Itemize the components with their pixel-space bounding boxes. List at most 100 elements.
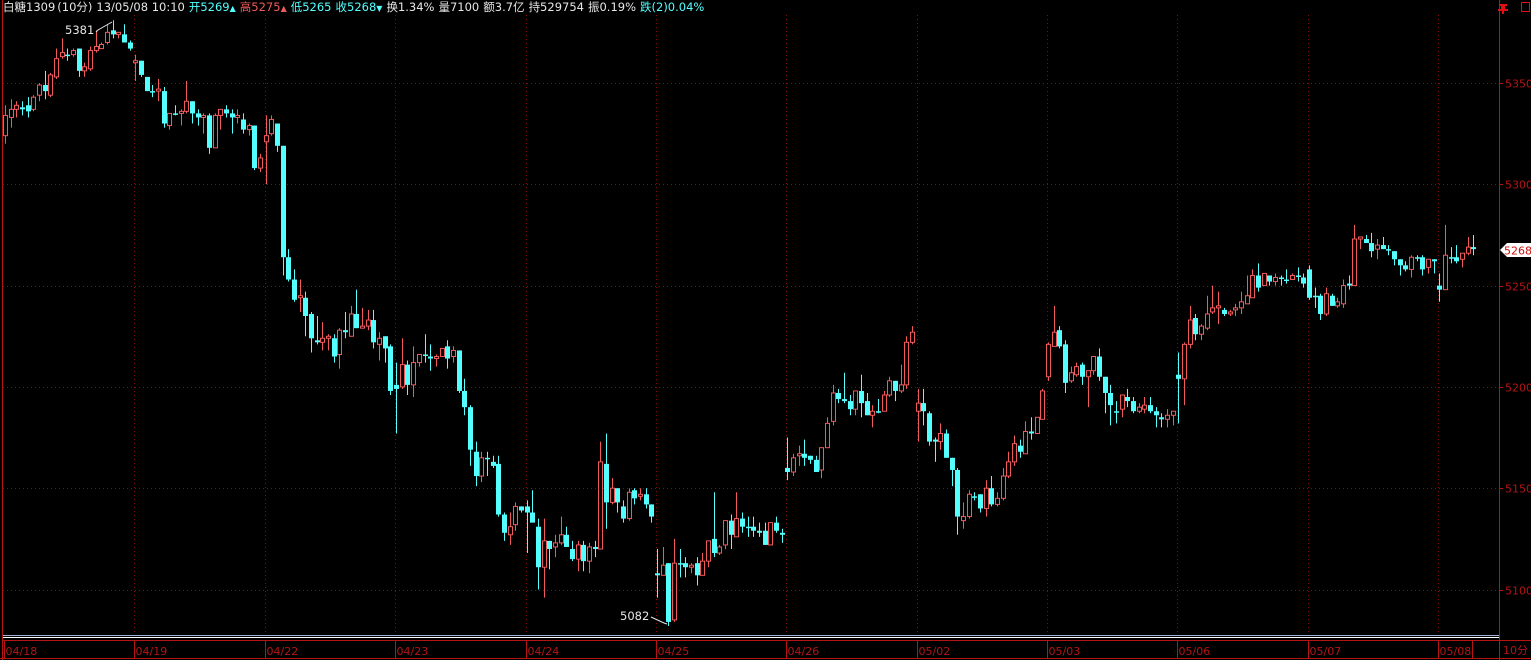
candle — [1335, 297, 1340, 308]
candle-body-up — [723, 520, 728, 546]
candle — [252, 125, 257, 171]
candle-body-down — [20, 107, 25, 110]
candle — [1029, 417, 1034, 440]
candle-body-up — [1074, 366, 1079, 376]
candle-body-down — [1369, 243, 1374, 252]
period-label: 10分 — [1503, 644, 1528, 657]
candle-body-up — [1210, 307, 1215, 313]
candle-body-up — [434, 356, 439, 360]
candle — [831, 384, 836, 426]
candle — [1392, 251, 1397, 266]
candle — [400, 338, 405, 389]
candle-body-up — [882, 394, 887, 412]
candle — [1210, 285, 1215, 314]
candle — [1205, 295, 1210, 331]
candle — [1290, 273, 1295, 281]
candle-body-down — [173, 113, 178, 115]
candle-body-up — [48, 74, 53, 96]
candle-body-up — [1040, 390, 1045, 420]
candle — [309, 311, 314, 353]
date-tick-label: 04/25 — [658, 645, 690, 658]
candle-body-up — [825, 422, 830, 449]
candle — [60, 38, 65, 59]
candle — [99, 42, 104, 50]
candle-body-up — [1046, 343, 1051, 378]
candle — [1074, 362, 1079, 377]
candle-body-up — [734, 518, 739, 538]
candle-body-up — [366, 319, 371, 327]
candle — [1182, 342, 1187, 406]
candle — [530, 490, 535, 523]
candle — [644, 488, 649, 509]
window-icon[interactable] — [1521, 2, 1530, 12]
candle — [797, 445, 802, 466]
candle-body-down — [371, 320, 376, 343]
candle-body-down — [570, 548, 575, 560]
candle-body-up — [910, 331, 915, 343]
candle — [1159, 413, 1164, 428]
candle-body-down — [746, 526, 751, 529]
candle-body-up — [167, 112, 172, 127]
candle-body-up — [1324, 293, 1329, 315]
candle — [598, 441, 603, 550]
candle-body-up — [672, 562, 677, 621]
candle — [791, 453, 796, 477]
candle-body-up — [984, 487, 989, 509]
candle-body-down — [77, 48, 82, 71]
candle-body-down — [683, 563, 688, 568]
candle-body-up — [904, 341, 909, 386]
candle — [65, 48, 70, 61]
candle — [995, 492, 1000, 507]
candle — [615, 488, 620, 513]
candle-body-down — [740, 518, 745, 527]
candle — [1222, 307, 1227, 316]
candle-body-down — [1097, 356, 1102, 377]
candle — [468, 405, 473, 466]
candle-body-down — [162, 91, 167, 124]
candle — [1324, 287, 1329, 316]
candle-body-up — [870, 410, 875, 416]
candle — [1471, 234, 1476, 256]
candle-body-down — [1403, 265, 1408, 270]
candle-body-down — [780, 532, 785, 535]
candle — [865, 392, 870, 416]
candle-body-up — [1006, 461, 1011, 477]
candle-body-down — [1279, 277, 1284, 279]
candle — [593, 540, 598, 558]
candle — [440, 347, 445, 358]
candle-body-up — [417, 353, 422, 364]
candle-body-down — [1057, 330, 1062, 347]
candle — [1358, 236, 1363, 250]
candle-body-down — [405, 364, 410, 385]
candle — [1040, 388, 1045, 420]
candle-body-down — [1080, 364, 1085, 377]
candle-body-down — [955, 469, 960, 517]
candle-body-up — [94, 46, 99, 52]
price-tick-label: 5200 — [1505, 382, 1531, 395]
candle — [808, 455, 813, 464]
candle — [298, 279, 303, 312]
candle — [184, 80, 189, 114]
candle — [173, 105, 178, 116]
candle — [77, 48, 82, 77]
candle-body-down — [502, 514, 507, 533]
candle — [71, 48, 76, 57]
candle — [111, 20, 116, 39]
candle — [570, 540, 575, 562]
candle-body-down — [785, 467, 790, 472]
candle — [388, 344, 393, 396]
candle — [1279, 275, 1284, 286]
candle-body-down — [547, 540, 552, 549]
candle — [814, 455, 819, 472]
candle — [1364, 234, 1369, 244]
candle — [1301, 273, 1306, 288]
candle — [610, 478, 615, 505]
candle-body-up — [337, 329, 342, 355]
candle — [553, 534, 558, 558]
candle-body-up — [326, 335, 331, 339]
candle-body-up — [133, 60, 138, 64]
candle-body-up — [1409, 256, 1414, 270]
candlestick-chart[interactable]: 5350 5300 5250 5200 5150 5100 04/18 04/19 04/22… — [0, 0, 1531, 660]
candle — [1108, 384, 1113, 426]
candle-body-up — [717, 546, 722, 554]
